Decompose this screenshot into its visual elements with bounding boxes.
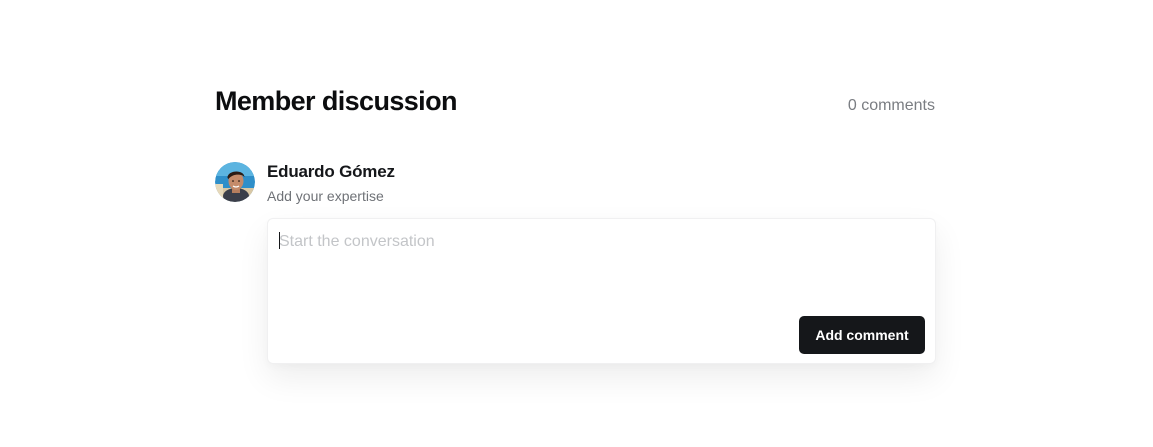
author-meta: Eduardo Gómez Add your expertise [267, 162, 395, 205]
text-cursor [279, 232, 280, 249]
user-avatar-icon [215, 162, 255, 202]
comment-input[interactable] [279, 229, 909, 255]
avatar [215, 162, 255, 202]
add-expertise-link[interactable]: Add your expertise [267, 187, 395, 205]
member-discussion-section: Member discussion 0 comments Eduardo Góm… [215, 84, 936, 364]
comment-box: Add comment [267, 218, 936, 364]
discussion-header: Member discussion 0 comments [215, 84, 935, 120]
author-name: Eduardo Gómez [267, 162, 395, 181]
add-comment-button[interactable]: Add comment [799, 316, 925, 354]
comment-count: 0 comments [847, 97, 935, 114]
discussion-title: Member discussion [215, 86, 457, 116]
comment-author: Eduardo Gómez Add your expertise [215, 162, 395, 205]
